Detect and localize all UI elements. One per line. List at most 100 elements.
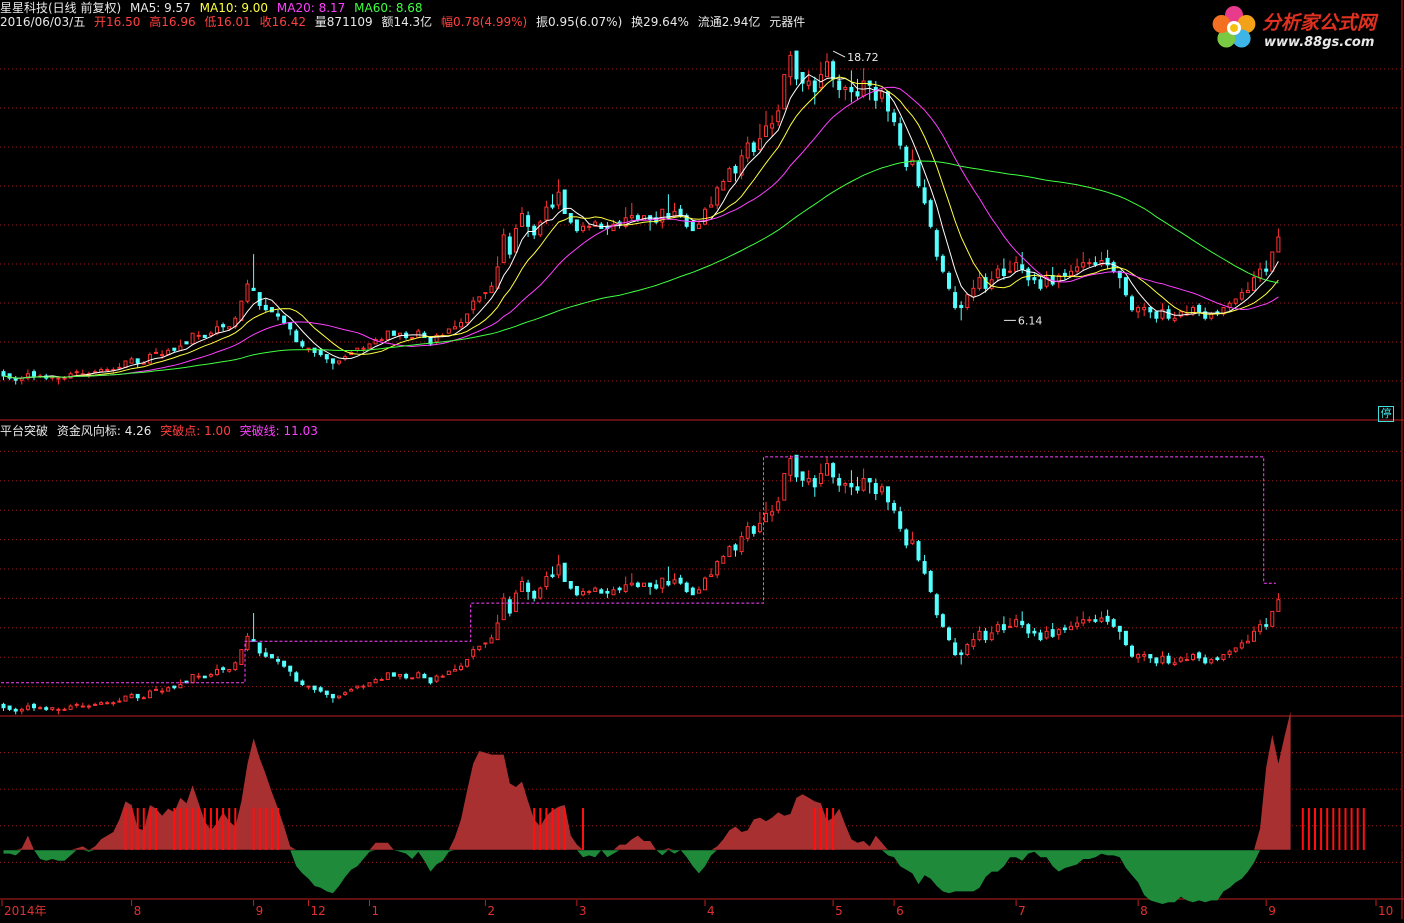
candle-up [123,360,128,368]
candle-up [660,577,665,589]
candle-up [446,670,451,675]
candle-down [886,486,890,503]
candle-up [86,705,91,708]
stock-chart[interactable]: 18.726.142014年 8 9 12 1 2 3 4 5 6 7 8 9 10 [0,0,1404,919]
candle-up [1069,625,1073,631]
candle-down [959,304,964,309]
candle-up [306,347,311,350]
candle-up [1136,654,1141,659]
candle-up [245,283,250,302]
candle-up [129,358,134,364]
candle-down [202,334,207,338]
candle-up [727,168,732,182]
candle-down [947,627,951,641]
candle-down [294,330,299,343]
candle-down [574,219,579,232]
candle-up [477,296,482,302]
candle-up [25,705,30,710]
candle-down [1026,624,1031,634]
candle-up [1239,642,1244,649]
indicator-name: 平台突破 [0,424,49,438]
close-value: 收16.42 [259,15,306,29]
candle-down [904,529,909,546]
candle-down [983,630,988,641]
candle-down [812,80,817,93]
candle-down [934,230,939,257]
candle-up [398,332,402,336]
candle-up [190,673,195,684]
candle-up [416,330,421,338]
candle-up [38,707,43,710]
candle-up [227,669,232,672]
candle-up [910,539,915,544]
candle-up [977,277,982,289]
candle-down [898,511,903,529]
candle-up [379,678,384,681]
candle-down [1154,657,1159,664]
candle-down [1264,624,1269,627]
candle-down [953,292,958,309]
candle-up [825,61,829,78]
candle-down [1111,619,1116,627]
candle-up [715,187,720,206]
candle-down [312,685,317,690]
candle-up [721,180,726,191]
candle-up [105,702,110,705]
candle-up [355,685,360,689]
candle-up [727,546,732,558]
candle-up [62,377,67,380]
x-axis-label: 12 [311,904,326,918]
logo-url: www.88gs.com [1264,35,1375,50]
candle-up [623,584,628,592]
candle-down [562,189,567,215]
candle-down [330,693,335,699]
candle-up [398,673,402,677]
ma60-line [3,160,1279,379]
candle-up [166,349,171,356]
candle-up [501,234,506,264]
candle-up [672,579,677,584]
candle-up [1014,619,1019,627]
candle-down [831,61,836,80]
candle-down [751,142,756,153]
ma10-value: MA10: 9.00 [199,1,269,15]
candle-down [1130,296,1134,311]
ohlc-info-bar: 2016/06/03/五 开16.50 高16.96 低16.01 收16.42… [0,15,810,29]
candle-up [1075,266,1080,272]
candle-up [520,213,524,227]
candle-up [879,486,884,493]
candle-down [940,255,945,272]
candle-up [1233,298,1238,304]
candle-up [483,642,488,645]
candle-up [105,369,110,372]
candle-down [959,652,964,656]
candle-up [62,708,67,711]
candle-down [916,541,921,561]
candle-up [1233,647,1238,652]
candle-up [483,292,488,295]
candle-down [1001,268,1006,276]
candle-up [971,639,976,647]
candle-down [330,358,335,364]
candle-up [337,360,341,364]
candle-down [599,589,604,594]
candle-down [202,675,207,679]
candle-up [581,590,585,596]
candle-down [282,315,287,324]
fund-flow-positive-area [3,711,1291,850]
candle-down [648,582,653,587]
candle-up [1160,655,1165,664]
candle-up [544,206,549,221]
candle-up [501,597,506,621]
chart-stage[interactable]: 18.72 6.14 2014年 8 9 12 1 2 3 4 5 6 7 8 9 10 [0,0,1404,923]
candle-down [690,587,695,596]
candle-up [672,210,677,217]
turnover-value: 换29.64% [631,15,689,29]
candle-up [56,708,61,711]
candle-up [1252,630,1256,642]
candle-up [452,326,457,330]
candle-up [1245,289,1250,294]
candle-down [276,659,280,662]
low-value: 低16.01 [204,15,251,29]
candle-down [574,585,579,596]
